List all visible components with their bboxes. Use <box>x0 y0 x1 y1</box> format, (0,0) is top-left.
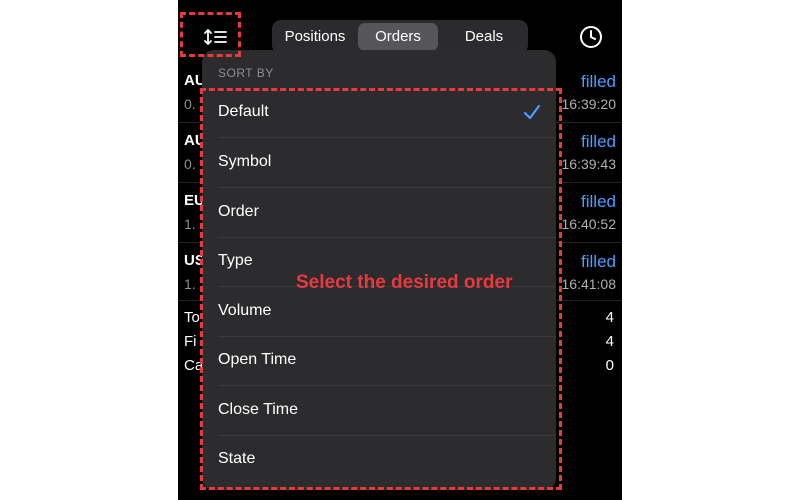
tab-orders[interactable]: Orders <box>358 23 438 51</box>
history-button[interactable] <box>578 24 604 50</box>
clock-icon <box>580 26 602 48</box>
order-time: 16:41:08 <box>561 276 617 292</box>
order-state: filled <box>581 252 616 271</box>
summary-label: To <box>184 309 200 326</box>
order-state: filled <box>581 72 616 91</box>
order-time: 16:39:20 <box>561 96 617 112</box>
order-volume: 1. <box>184 276 196 292</box>
order-volume: 1. <box>184 216 196 232</box>
tab-segmented-control: Positions Orders Deals <box>272 20 528 54</box>
order-time: 16:40:52 <box>561 216 617 232</box>
order-volume: 0. <box>184 96 196 112</box>
summary-label: Fi <box>184 333 197 350</box>
order-time: 16:39:43 <box>561 156 617 172</box>
summary-value: 0 <box>605 357 614 374</box>
tab-deals[interactable]: Deals <box>444 23 524 51</box>
summary-value: 4 <box>605 333 614 350</box>
sort-menu-header: SORT BY <box>218 66 274 80</box>
summary-value: 4 <box>605 309 614 326</box>
tab-positions[interactable]: Positions <box>276 23 354 51</box>
order-volume: 0. <box>184 156 196 172</box>
annotation-text: Select the desired order <box>296 272 513 293</box>
order-state: filled <box>581 192 616 211</box>
order-state: filled <box>581 132 616 151</box>
sort-button-highlight <box>180 12 241 57</box>
